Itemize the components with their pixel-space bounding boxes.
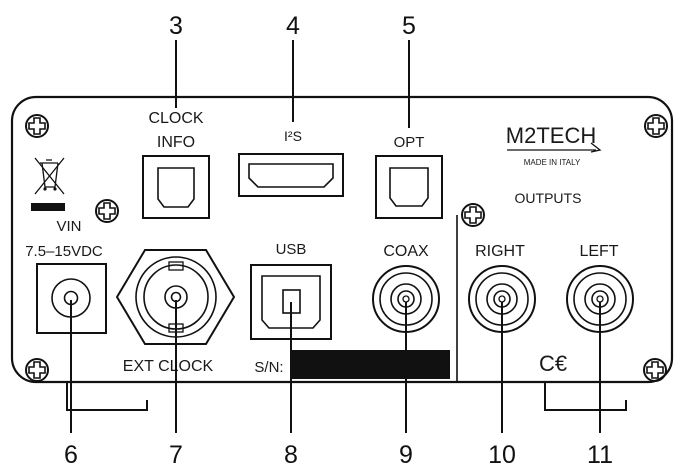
i2s-label: I²S [284,128,302,144]
callout-11: 11 [587,441,613,469]
screw-top-left [25,114,49,138]
callout-9: 9 [399,441,413,469]
ce-mark: C€ [539,351,567,376]
clock-label-line1: CLOCK [148,110,203,127]
callout-10: 10 [488,441,516,469]
diagram-canvas: CLOCK INFO I²S OPT M2TECH MADE IN ITALY … [10,12,674,469]
screw-top-right [644,114,668,138]
left-output-label: LEFT [579,243,618,260]
opt-label: OPT [394,134,425,151]
clock-info-port[interactable] [142,155,210,219]
callout-7: 7 [169,441,183,469]
callout-3: 3 [169,12,183,40]
callout-4: 4 [286,12,300,40]
usb-label: USB [276,241,307,258]
callout-6: 6 [64,441,78,469]
outputs-label: OUTPUTS [515,190,582,206]
i2s-port[interactable] [238,153,344,197]
ext-clock-label: EXT CLOCK [123,358,214,375]
serial-number-redacted [290,350,450,379]
screw-inner-left [95,199,119,223]
coax-label: COAX [383,243,429,260]
callout-5: 5 [402,12,416,40]
vin-label: VIN [56,218,81,235]
screw-bottom-right [643,358,667,382]
vin-range-label: 7.5–15VDC [25,243,103,260]
callout-8: 8 [284,441,298,469]
clock-label-line2: INFO [157,134,195,151]
serial-label: S/N: [254,359,283,376]
brand-logo: M2TECH [506,123,596,148]
panel-screws [25,114,668,382]
rear-panel-diagram: CLOCK INFO I²S OPT M2TECH MADE IN ITALY … [0,0,676,473]
weee-bin-icon [31,157,65,211]
screw-inner-right [461,203,485,227]
optical-port[interactable] [375,155,443,219]
right-output-label: RIGHT [475,243,525,260]
screw-bottom-left [25,358,49,382]
made-in-label: MADE IN ITALY [524,158,581,167]
